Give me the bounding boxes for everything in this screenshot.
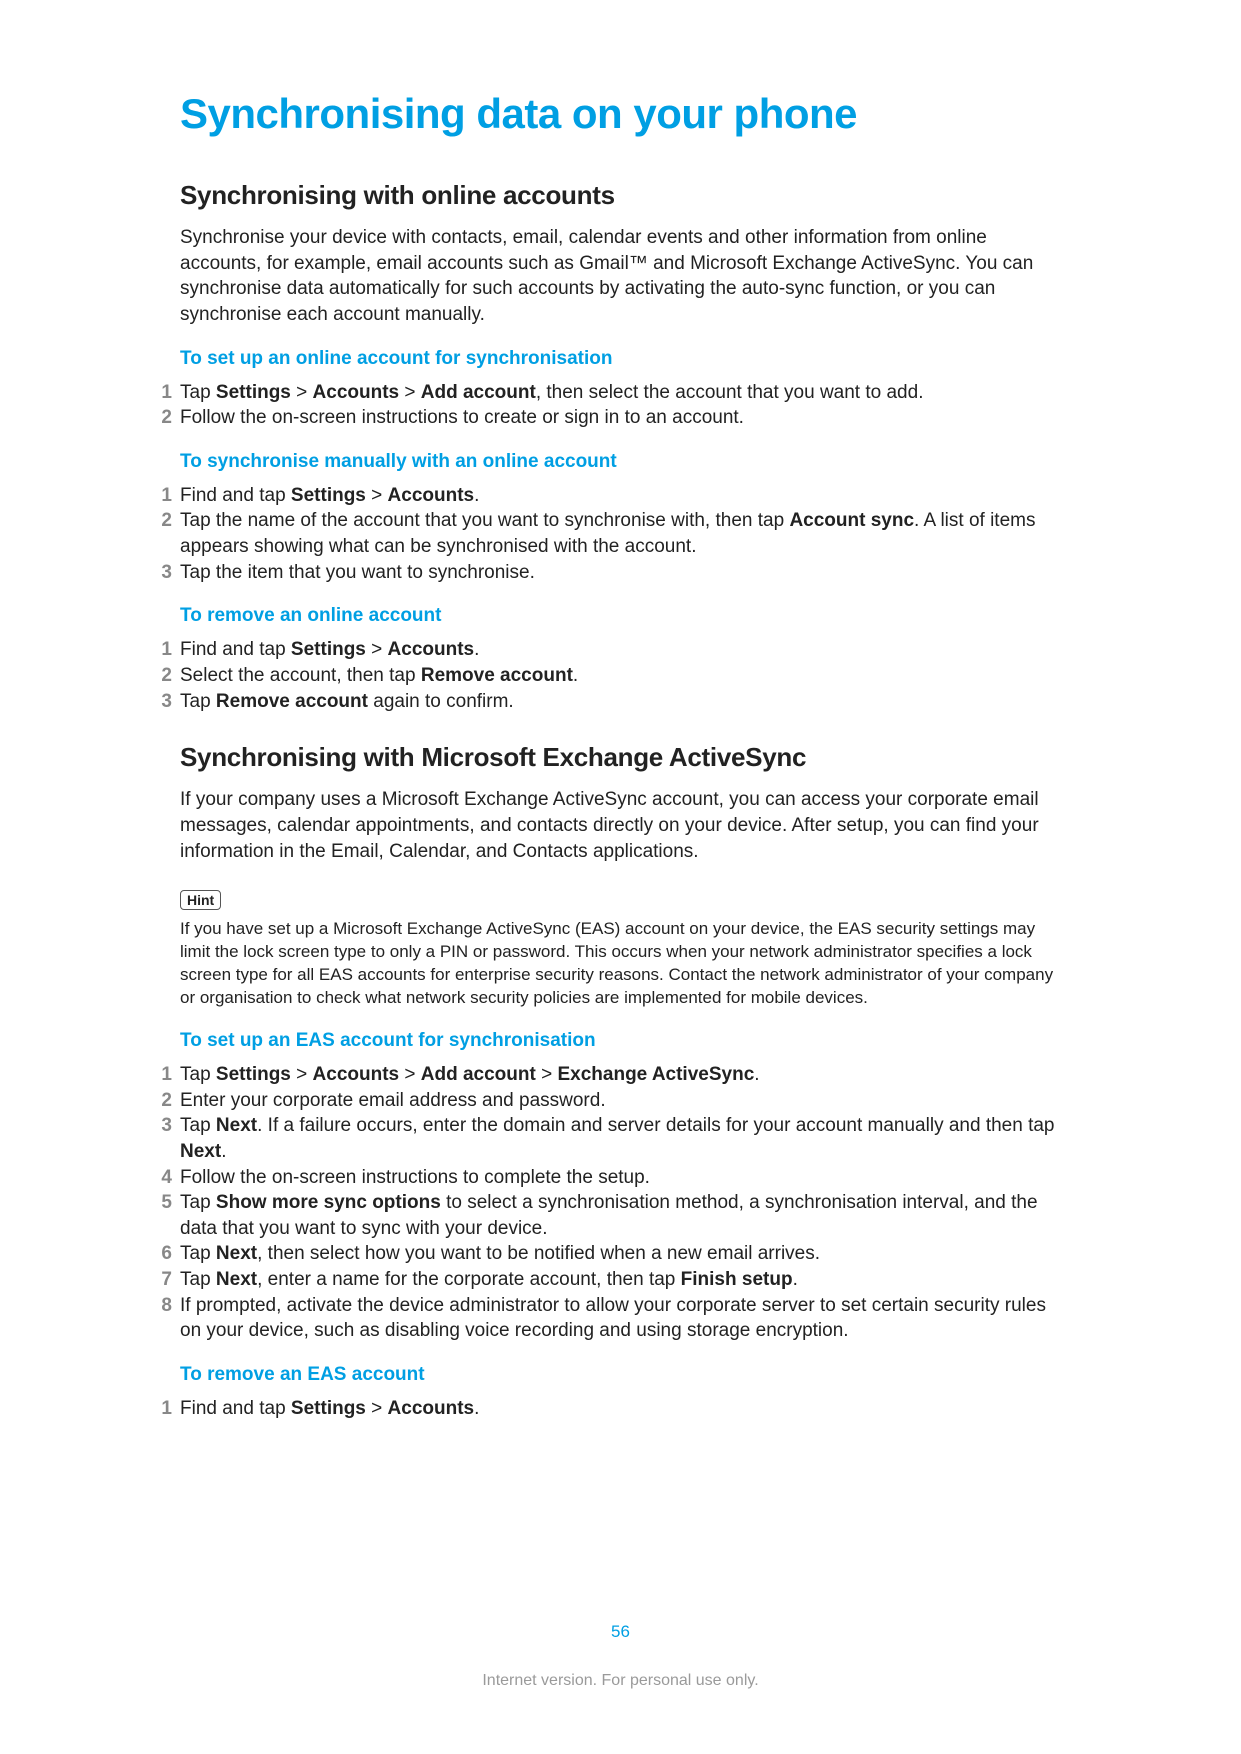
procedure-title: To set up an online account for synchron… [180, 348, 1061, 370]
section-heading-eas: Synchronising with Microsoft Exchange Ac… [180, 742, 1061, 773]
step-item: Tap Remove account again to confirm. [152, 689, 1061, 715]
step-item: Follow the on-screen instructions to cre… [152, 405, 1061, 431]
step-item: If prompted, activate the device adminis… [152, 1293, 1061, 1344]
step-item: Tap Settings > Accounts > Add account > … [152, 1062, 1061, 1088]
page-number: 56 [0, 1622, 1241, 1642]
step-item: Find and tap Settings > Accounts. [152, 637, 1061, 663]
step-item: Find and tap Settings > Accounts. [152, 483, 1061, 509]
procedure-title: To set up an EAS account for synchronisa… [180, 1030, 1061, 1052]
footer-text: Internet version. For personal use only. [0, 1672, 1241, 1690]
procedure-title: To synchronise manually with an online a… [180, 451, 1061, 473]
step-item: Enter your corporate email address and p… [152, 1088, 1061, 1114]
step-item: Tap Next, enter a name for the corporate… [152, 1267, 1061, 1293]
section-heading-online-accounts: Synchronising with online accounts [180, 180, 1061, 211]
hint-body: If you have set up a Microsoft Exchange … [180, 918, 1061, 1010]
procedure-title: To remove an online account [180, 605, 1061, 627]
step-item: Find and tap Settings > Accounts. [152, 1396, 1061, 1422]
step-item: Tap the name of the account that you wan… [152, 508, 1061, 559]
step-item: Tap Show more sync options to select a s… [152, 1190, 1061, 1241]
step-item: Tap Next, then select how you want to be… [152, 1241, 1061, 1267]
procedure-title: To remove an EAS account [180, 1364, 1061, 1386]
step-item: Tap Next. If a failure occurs, enter the… [152, 1113, 1061, 1164]
step-item: Tap Settings > Accounts > Add account, t… [152, 380, 1061, 406]
section-intro: Synchronise your device with contacts, e… [180, 225, 1061, 328]
document-page: Synchronising data on your phone Synchro… [0, 0, 1241, 1754]
step-item: Select the account, then tap Remove acco… [152, 663, 1061, 689]
procedure-steps: Find and tap Settings > Accounts. Tap th… [180, 483, 1061, 586]
page-title: Synchronising data on your phone [180, 90, 1061, 138]
procedure-steps: Find and tap Settings > Accounts. [180, 1396, 1061, 1422]
section-intro: If your company uses a Microsoft Exchang… [180, 787, 1061, 864]
hint-badge: Hint [180, 890, 221, 910]
procedure-steps: Find and tap Settings > Accounts. Select… [180, 637, 1061, 714]
procedure-steps: Tap Settings > Accounts > Add account, t… [180, 380, 1061, 431]
step-item: Follow the on-screen instructions to com… [152, 1165, 1061, 1191]
procedure-steps: Tap Settings > Accounts > Add account > … [180, 1062, 1061, 1344]
step-item: Tap the item that you want to synchronis… [152, 560, 1061, 586]
